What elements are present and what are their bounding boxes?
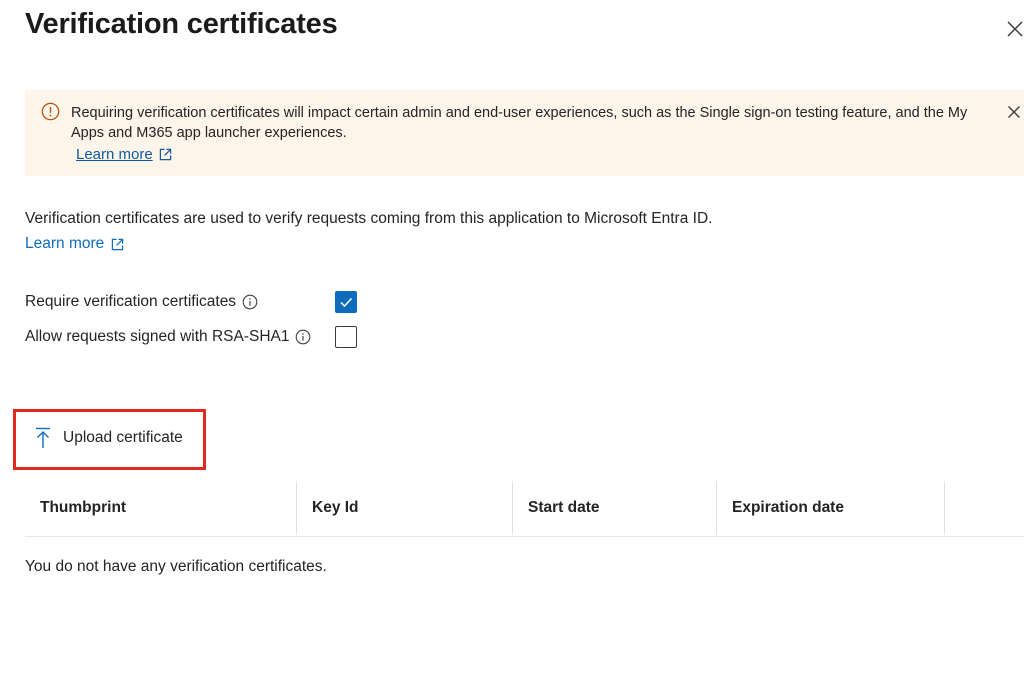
- upload-certificate-label: Upload certificate: [63, 429, 183, 446]
- upload-icon: [36, 427, 50, 448]
- allow-rsa-sha1-label: Allow requests signed with RSA-SHA1: [25, 328, 290, 345]
- allow-rsa-sha1-option: Allow requests signed with RSA-SHA1: [25, 328, 311, 346]
- certificates-table-header: Thumbprint Key Id Start date Expiration …: [25, 481, 1024, 537]
- dismiss-warning-button[interactable]: [1007, 105, 1021, 119]
- require-certificates-label: Require verification certificates: [25, 293, 237, 310]
- upload-certificate-button[interactable]: Upload certificate: [34, 427, 183, 449]
- column-divider[interactable]: [944, 481, 945, 535]
- external-link-icon: [159, 148, 171, 161]
- info-icon[interactable]: [295, 329, 311, 345]
- warning-message: Requiring verification certificates will…: [71, 105, 968, 141]
- warning-banner: Requiring verification certificates will…: [25, 90, 1024, 176]
- panel-title: Verification certificates: [25, 8, 338, 40]
- require-certificates-option: Require verification certificates: [25, 293, 258, 311]
- require-certificates-checkbox[interactable]: [335, 291, 357, 313]
- external-link-icon: [112, 238, 124, 250]
- learn-more-link[interactable]: Learn more: [25, 235, 124, 253]
- column-header-start-date[interactable]: Start date: [528, 481, 600, 535]
- description-text: Verification certificates are used to ve…: [25, 210, 713, 227]
- empty-table-message: You do not have any verification certifi…: [25, 558, 327, 575]
- verification-certificates-panel: Verification certificates Requiring veri…: [0, 0, 1024, 697]
- close-icon: [1007, 21, 1023, 37]
- info-icon[interactable]: [242, 294, 258, 310]
- column-header-expiration-date[interactable]: Expiration date: [732, 481, 844, 535]
- allow-rsa-sha1-checkbox[interactable]: [335, 326, 357, 348]
- column-header-thumbprint[interactable]: Thumbprint: [40, 481, 126, 535]
- column-divider[interactable]: [716, 481, 717, 535]
- close-panel-button[interactable]: [1006, 20, 1024, 38]
- warning-learn-more-link[interactable]: Learn more: [76, 146, 172, 163]
- close-icon: [1008, 106, 1020, 118]
- column-header-key-id[interactable]: Key Id: [312, 481, 359, 535]
- learn-more-label: Learn more: [25, 235, 105, 252]
- warning-learn-more-label: Learn more: [76, 146, 153, 163]
- checkmark-icon: [340, 297, 353, 308]
- column-divider[interactable]: [296, 481, 297, 535]
- warning-icon: [41, 102, 60, 121]
- column-divider[interactable]: [512, 481, 513, 535]
